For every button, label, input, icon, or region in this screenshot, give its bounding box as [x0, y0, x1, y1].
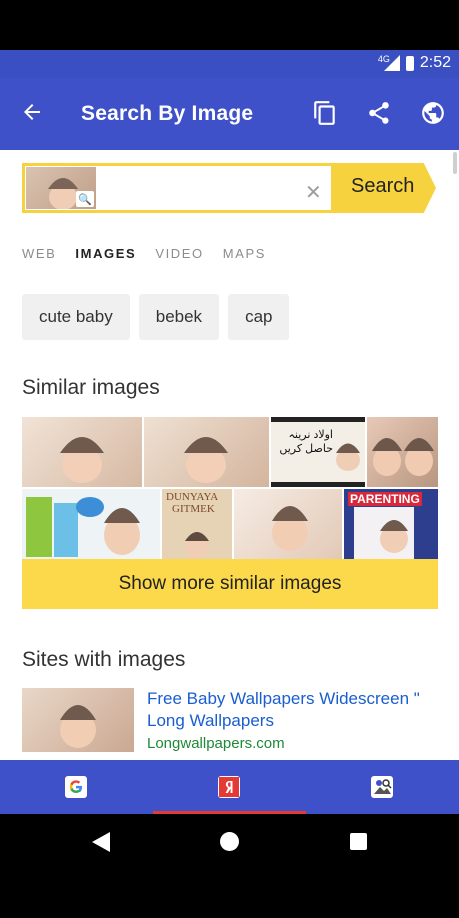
yandex-icon[interactable] [218, 776, 240, 798]
similar-images-grid: اولاد نرینہ حاصل کریں DUNYAYA GITMEK PAR… [22, 417, 438, 559]
network-type: 4G [377, 54, 390, 64]
image-caption-gitmek: GITMEK [172, 503, 215, 515]
query-image-thumbnail[interactable]: 🔍 [26, 167, 96, 209]
similar-image[interactable]: اولاد نرینہ حاصل کریں [271, 417, 365, 487]
search-type-tabs: WEB IMAGES VIDEO MAPS [22, 246, 266, 261]
globe-icon[interactable] [420, 100, 446, 126]
similar-image[interactable]: PARENTING [344, 489, 438, 559]
site-result-url[interactable]: Longwallpapers.com [147, 735, 285, 752]
scrollbar[interactable] [453, 152, 457, 174]
sites-with-images-heading: Sites with images [22, 648, 186, 671]
clear-icon[interactable]: ✕ [305, 180, 322, 205]
show-more-similar-button[interactable]: Show more similar images [22, 559, 438, 609]
search-button[interactable]: Search [334, 163, 436, 213]
site-result[interactable]: Free Baby Wallpapers Widescreen " Long W… [22, 688, 438, 758]
search-box[interactable]: 🔍 ✕ [22, 163, 334, 213]
tag-chips: cute baby bebek cap [22, 294, 290, 340]
similar-image[interactable] [367, 417, 438, 487]
site-result-title[interactable]: Free Baby Wallpapers Widescreen " Long W… [147, 688, 437, 732]
home-icon[interactable] [220, 832, 239, 851]
tab-video[interactable]: VIDEO [155, 246, 203, 261]
reverse-image-icon[interactable] [371, 776, 393, 798]
engine-bottom-nav [0, 760, 459, 814]
chip-cap[interactable]: cap [228, 294, 290, 340]
site-result-thumbnail[interactable] [22, 688, 134, 752]
app-bar: Search By Image [0, 78, 459, 150]
tab-web[interactable]: WEB [22, 246, 56, 261]
similar-image[interactable] [22, 489, 160, 559]
google-icon[interactable] [65, 776, 87, 798]
similar-image[interactable]: DUNYAYA GITMEK [162, 489, 232, 559]
clock: 2:52 [419, 54, 451, 71]
battery-icon [405, 55, 414, 71]
main-content: 🔍 ✕ Search WEB IMAGES VIDEO MAPS cute ba… [0, 150, 459, 760]
system-navigation-bar [0, 814, 459, 918]
similar-image[interactable] [22, 417, 142, 487]
back-icon[interactable] [92, 832, 110, 857]
top-black-bar [0, 0, 459, 50]
copy-icon[interactable] [312, 100, 338, 126]
image-caption-parenting: PARENTING [348, 492, 422, 506]
search-button-label: Search [351, 175, 415, 197]
tab-images[interactable]: IMAGES [75, 246, 136, 261]
recents-icon[interactable] [350, 833, 367, 850]
similar-image[interactable] [144, 417, 269, 487]
share-icon[interactable] [366, 100, 392, 126]
search-bar: 🔍 ✕ Search [22, 163, 436, 213]
back-arrow-icon[interactable] [20, 100, 44, 124]
search-input[interactable] [101, 174, 301, 204]
similar-image[interactable] [234, 489, 342, 559]
tab-maps[interactable]: MAPS [223, 246, 266, 261]
page-title: Search By Image [81, 102, 254, 125]
image-caption-dunyaya: DUNYAYA [166, 491, 219, 503]
similar-images-heading: Similar images [22, 376, 160, 399]
image-caption-urdu: اولاد نرینہ حاصل کریں [279, 429, 333, 455]
chip-cute-baby[interactable]: cute baby [22, 294, 130, 340]
chip-bebek[interactable]: bebek [138, 294, 220, 340]
status-bar: 4G 2:52 [0, 50, 459, 78]
magnifier-icon: 🔍 [76, 191, 94, 207]
